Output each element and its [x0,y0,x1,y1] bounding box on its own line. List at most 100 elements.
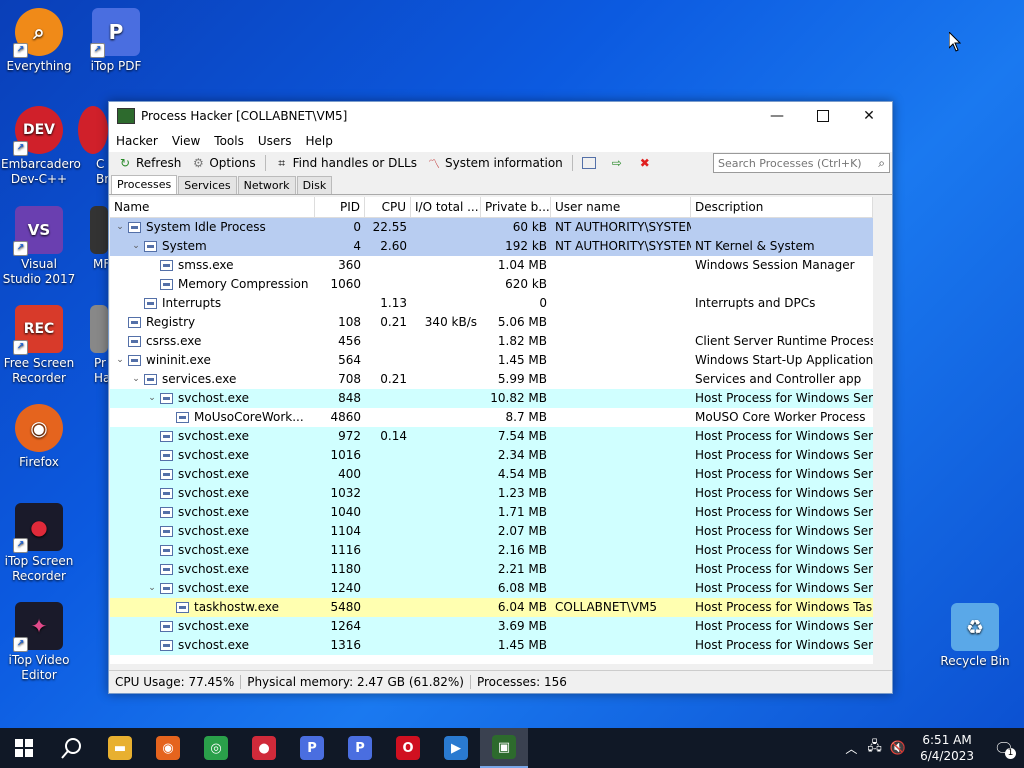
process-row[interactable]: ⌄ wininit.exe 564 1.45 MB Windows Start-Up A… [110,351,873,370]
window-title: Process Hacker [COLLABNET\VM5] [141,109,348,123]
search-taskbar-button[interactable] [48,728,96,768]
menu-view[interactable]: View [165,134,207,148]
volume-muted-icon[interactable]: 🔇 [886,741,910,756]
column-header-pid[interactable]: PID [315,197,365,217]
start-button[interactable] [0,728,48,768]
cpu-cell: 2.60 [380,239,407,253]
show-window-button[interactable] [577,157,605,169]
process-row[interactable]: Memory Compression 1060 620 kB [110,275,873,294]
desktop-icon-free-screen-recorder[interactable]: REC ↗ Free Screen Recorder [1,305,77,386]
process-name: services.exe [162,372,237,386]
process-row[interactable]: ⌄ System 4 2.60 192 kB NT AUTHORITY\SYSTEM NT … [110,237,873,256]
desktop-icon-firefox[interactable]: ◉ Firefox [1,404,77,470]
find-handles-button[interactable]: ⌗ Find handles or DLLs [270,156,422,171]
desktop-icon-itop-pdf[interactable]: P ↗ iTop PDF [78,8,154,74]
process-icon [160,431,173,442]
user-name-cell: NT AUTHORITY\SYSTEM [555,220,691,234]
close-button[interactable]: ✕ [846,102,892,130]
process-row[interactable]: svchost.exe 400 4.54 MB Host Process for Wi… [110,465,873,484]
private-bytes-cell: 1.45 MB [497,353,547,367]
column-header-private-bytes[interactable]: Private b... [481,197,551,217]
expand-chevron-icon[interactable]: ⌄ [146,389,158,408]
network-icon[interactable]: 🖧 [863,737,886,759]
process-row[interactable]: svchost.exe 1116 2.16 MB Host Process for W… [110,541,873,560]
desktop-icon-dev-cpp[interactable]: DEV ↗ Embarcadero Dev-C++ [1,106,81,187]
desktop-icon-partial-3[interactable]: Pr Ha [90,305,108,386]
process-row[interactable]: svchost.exe 1032 1.23 MB Host Process for W… [110,484,873,503]
maximize-button[interactable] [800,102,846,130]
process-row[interactable]: svchost.exe 1316 1.45 MB Host Process for W… [110,636,873,655]
process-row[interactable]: ⌄ svchost.exe 1240 6.08 MB Host Process for … [110,579,873,598]
process-name: svchost.exe [178,562,249,576]
process-row[interactable]: svchost.exe 1104 2.07 MB Host Process for W… [110,522,873,541]
process-row[interactable]: ⌄ svchost.exe 848 10.82 MB Host Process for … [110,389,873,408]
expand-chevron-icon[interactable]: ⌄ [114,351,126,370]
tab-services[interactable]: Services [178,176,237,194]
search-box[interactable]: ⌕ [713,153,890,173]
taskbar-itop-screen-recorder[interactable]: ● [240,728,288,768]
system-information-button[interactable]: 〽 System information [422,156,568,171]
expand-chevron-icon[interactable]: ⌄ [130,237,142,256]
column-header-user-name[interactable]: User name [551,197,691,217]
desktop-icon-partial-1[interactable]: C Br [78,106,108,187]
menu-users[interactable]: Users [251,134,299,148]
taskbar-process-hacker[interactable]: ▣ [480,728,528,768]
taskbar-firefox[interactable]: ◉ [144,728,192,768]
process-row[interactable]: csrss.exe 456 1.82 MB Client Server Runtime… [110,332,873,351]
taskbar-itop-pdf[interactable]: P [288,728,336,768]
process-row[interactable]: Interrupts 1.13 0 Interrupts and DPCs [110,294,873,313]
tab-disk[interactable]: Disk [296,176,333,194]
process-row[interactable]: MoUsoCoreWork... 4860 8.7 MB MoUSO Core Wor… [110,408,873,427]
taskbar-itop-pdf-2[interactable]: P [336,728,384,768]
desktop-icon-itop-video-editor[interactable]: ✦ ↗ iTop Video Editor [1,602,77,683]
expand-chevron-icon[interactable]: ⌄ [146,579,158,598]
desktop-icon-visual-studio[interactable]: VS ↗ Visual Studio 2017 [1,206,77,287]
tab-processes[interactable]: Processes [111,175,178,194]
chevron-up-icon[interactable]: ︿ [839,740,863,757]
expand-chevron-icon[interactable]: ⌄ [130,370,142,389]
expand-chevron-icon[interactable]: ⌄ [114,218,126,237]
desktop-icon-everything[interactable]: ⌕ ↗ Everything [1,8,77,74]
process-row[interactable]: smss.exe 360 1.04 MB Windows Session Manage… [110,256,873,275]
process-row[interactable]: svchost.exe 1180 2.21 MB Host Process for W… [110,560,873,579]
minimize-button[interactable]: — [754,102,800,130]
description-cell: Client Server Runtime Process [695,334,873,348]
column-header-description[interactable]: Description [691,197,873,217]
process-row[interactable]: ⌄ services.exe 708 0.21 5.99 MB Services and … [110,370,873,389]
column-header-io-total[interactable]: I/O total ... [411,197,481,217]
process-row[interactable]: svchost.exe 1264 3.69 MB Host Process for W… [110,617,873,636]
desktop-icon-partial-2[interactable]: MF [90,206,108,272]
clock[interactable]: 6:51 AM 6/4/2023 [910,732,984,764]
refresh-button[interactable]: ↻ Refresh [113,156,186,170]
title-bar[interactable]: Process Hacker [COLLABNET\VM5] — ✕ [109,102,892,130]
menu-tools[interactable]: Tools [207,134,251,148]
notifications-button[interactable]: 🗨 1 [984,728,1024,768]
desktop-icon-itop-screen-recorder[interactable]: ● ↗ iTop Screen Recorder [1,503,77,584]
process-name: System Idle Process [146,220,266,234]
process-row[interactable]: Registry 108 0.21 340 kB/s 5.06 MB [110,313,873,332]
process-row[interactable]: svchost.exe 972 0.14 7.54 MB Host Process fo… [110,427,873,446]
search-input[interactable] [714,156,875,170]
options-button[interactable]: ⚙ Options [186,156,260,170]
tab-network[interactable]: Network [237,176,296,194]
desktop-icon-label: Embarcadero Dev-C++ [1,157,81,186]
process-row[interactable]: ⌄ System Idle Process 0 22.55 60 kB NT AUTHOR… [110,218,873,237]
menu-hacker[interactable]: Hacker [109,134,165,148]
search-icon[interactable]: ⌕ [874,156,889,171]
desktop-icon-recycle-bin[interactable]: ♻ Recycle Bin [937,603,1013,669]
taskbar-chrome[interactable]: ◎ [192,728,240,768]
column-header-cpu[interactable]: CPU [365,197,411,217]
taskbar-file-explorer[interactable]: ▬ [96,728,144,768]
process-row[interactable]: taskhostw.exe 5480 6.04 MB COLLABNET\VM5 Hos… [110,598,873,617]
menu-help[interactable]: Help [298,134,339,148]
terminate-button[interactable]: ✖ [633,156,661,170]
column-header-name[interactable]: Name [110,197,315,217]
io-total-cell [411,370,481,389]
private-bytes-cell: 2.16 MB [497,543,547,557]
firefox-icon: ◉ [156,736,180,760]
process-row[interactable]: svchost.exe 1040 1.71 MB Host Process for W… [110,503,873,522]
taskbar-video-editor[interactable]: ▶ [432,728,480,768]
go-to-button[interactable]: ⇨ [605,156,633,170]
process-row[interactable]: svchost.exe 1016 2.34 MB Host Process for W… [110,446,873,465]
taskbar-opera[interactable]: O [384,728,432,768]
